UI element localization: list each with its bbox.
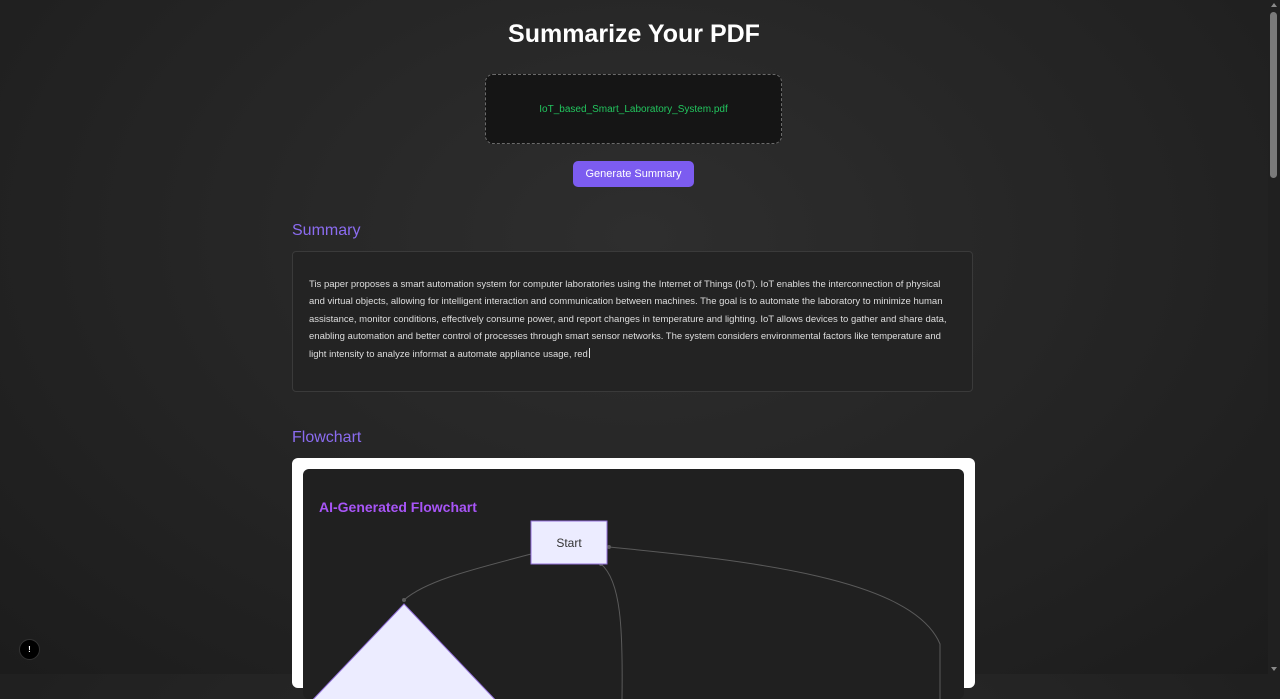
help-icon: ! — [28, 645, 31, 654]
flowchart-title: AI-Generated Flowchart — [319, 499, 477, 515]
flowchart-frame: Start AI-Generated Flowchart — [292, 458, 975, 699]
flowchart-heading: Flowchart — [292, 429, 362, 446]
page-scrollbar[interactable] — [1268, 0, 1280, 674]
scroll-down-arrow-icon[interactable] — [1271, 667, 1277, 671]
flowchart-canvas: Start AI-Generated Flowchart — [303, 469, 964, 699]
summary-heading: Summary — [292, 222, 361, 239]
flow-edge-marker — [607, 545, 611, 549]
flow-edge-return-to-start — [600, 563, 623, 699]
uploaded-file-name: IoT_based_Smart_Laboratory_System.pdf — [539, 103, 728, 115]
help-button[interactable]: ! — [19, 639, 40, 660]
summary-text-content: Tis paper proposes a smart automation sy… — [309, 279, 947, 360]
scroll-up-arrow-icon[interactable] — [1271, 3, 1277, 7]
page-title: Summarize Your PDF — [508, 20, 760, 48]
flow-node-start-label: Start — [556, 536, 582, 550]
typing-caret — [588, 347, 590, 358]
generate-summary-button[interactable]: Generate Summary — [573, 161, 694, 187]
flow-edge-marker — [402, 598, 406, 602]
flow-edge-start-to-right — [608, 546, 941, 699]
flow-edge-start-to-decision — [403, 553, 532, 601]
scrollbar-thumb[interactable] — [1270, 12, 1277, 178]
summary-panel: Tis paper proposes a smart automation sy… — [292, 251, 973, 392]
pdf-dropzone[interactable]: IoT_based_Smart_Laboratory_System.pdf — [485, 74, 782, 144]
flow-node-decision[interactable] — [304, 603, 504, 699]
summary-text: Tis paper proposes a smart automation sy… — [309, 276, 956, 363]
